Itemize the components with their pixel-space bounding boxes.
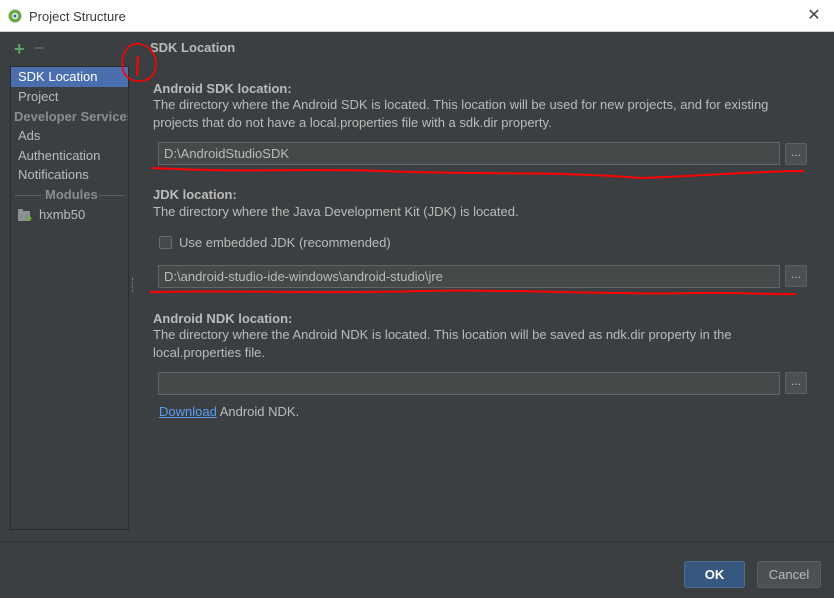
sidebar-item-ads[interactable]: Ads [11,126,128,146]
modules-separator: Modules [11,185,128,205]
window-title: Project Structure [29,9,126,24]
sidebar-item-authentication[interactable]: Authentication [11,146,128,166]
ndk-browse-button[interactable]: ... [785,372,807,394]
remove-icon: − [34,38,45,58]
splitter-handle[interactable] [131,278,134,292]
jdk-label: JDK location: [153,187,237,202]
sidebar-header-developer-services: Developer Services [14,109,128,124]
ndk-description: The directory where the Android NDK is l… [153,327,732,360]
sidebar: SDK Location Project Developer Services … [10,66,129,530]
sidebar-item-sdk-location[interactable]: SDK Location [11,67,128,87]
main-panel: SDK Location Android SDK location: The d… [140,32,830,538]
close-icon[interactable]: ✕ [804,6,824,26]
embedded-jdk-checkbox[interactable] [159,236,172,249]
add-icon[interactable]: + [14,39,25,60]
annotation-number-one [136,55,139,77]
embedded-jdk-label[interactable]: Use embedded JDK (recommended) [179,235,391,250]
android-sdk-label: Android SDK location: [153,81,292,96]
ndk-path-field[interactable] [158,372,780,395]
jdk-browse-button[interactable]: ... [785,265,807,287]
download-ndk-suffix: Android NDK. [216,404,300,419]
ndk-download-row: Download Android NDK. [159,404,299,419]
title-bar: Project Structure ✕ [0,0,834,32]
page-title: SDK Location [150,40,236,55]
ok-button[interactable]: OK [684,561,745,588]
android-sdk-path-field[interactable]: D:\AndroidStudioSDK [158,142,780,165]
jdk-description: The directory where the Java Development… [153,204,519,219]
sidebar-item-project[interactable]: Project [11,87,128,107]
modules-header: Modules [45,187,98,202]
module-label: hxmb50 [39,207,86,222]
bottom-divider [0,541,834,542]
android-sdk-browse-button[interactable]: ... [785,143,807,165]
module-folder-icon [18,209,32,221]
ndk-label: Android NDK location: [153,311,293,326]
android-studio-icon [8,9,22,23]
android-sdk-description: The directory where the Android SDK is l… [153,97,769,130]
cancel-button[interactable]: Cancel [757,561,821,588]
sidebar-item-notifications[interactable]: Notifications [11,165,128,185]
jdk-path-field[interactable]: D:\android-studio-ide-windows\android-st… [158,265,780,288]
sidebar-item-module[interactable]: hxmb50 [11,205,128,225]
download-ndk-link[interactable]: Download [159,404,217,419]
